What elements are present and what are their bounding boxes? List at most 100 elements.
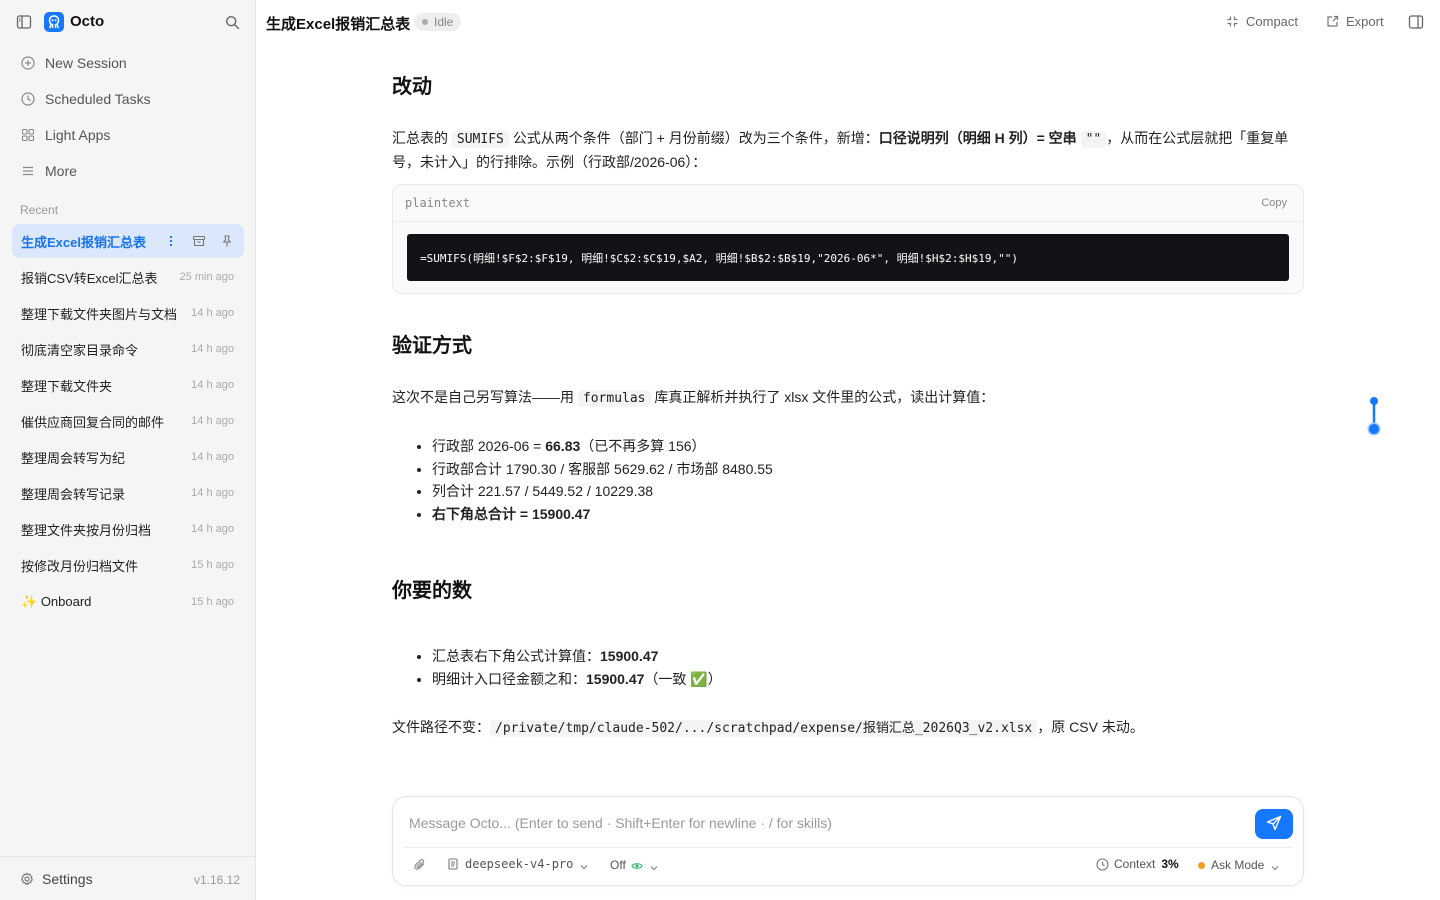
session-time: 14 h ago — [191, 415, 234, 427]
more-vertical-icon[interactable] — [164, 234, 178, 248]
status-badge: Idle — [414, 13, 462, 31]
session-title: 按修改月份归档文件 — [21, 558, 139, 574]
session-time: 14 h ago — [191, 343, 234, 355]
document-icon — [447, 858, 459, 870]
mode-dot-icon — [1198, 861, 1205, 869]
scroll-position-indicator[interactable] — [1366, 396, 1382, 436]
list-item: 列合计 221.57 / 5449.52 / 10229.38 — [432, 480, 773, 503]
search-icon[interactable] — [225, 15, 240, 30]
mode-selector[interactable]: Ask Mode — [1198, 858, 1279, 872]
session-time: 14 h ago — [191, 307, 234, 319]
inline-code: "" — [1080, 131, 1107, 148]
export-label: Export — [1346, 14, 1384, 29]
session-item[interactable]: 催供应商回复合同的邮件 14 h ago — [12, 404, 244, 438]
pin-icon[interactable] — [220, 234, 234, 248]
clock-icon — [1096, 857, 1109, 871]
compact-button[interactable]: Compact — [1226, 14, 1298, 29]
archive-icon[interactable] — [192, 234, 206, 248]
copy-button[interactable]: Copy — [1261, 197, 1287, 209]
sidebar-header: Octo — [0, 0, 256, 44]
grid-icon — [21, 128, 35, 142]
mode-label: Ask Mode — [1211, 858, 1265, 872]
settings-button[interactable]: Settings — [20, 871, 93, 887]
top-bar: 生成Excel报销汇总表 Idle Compact Export — [256, 0, 1440, 44]
session-title: Onboard — [40, 594, 92, 609]
session-title: 彻底清空家目录命令 — [21, 342, 139, 358]
session-time: 14 h ago — [191, 451, 234, 463]
nav-light-apps[interactable]: Light Apps — [12, 119, 244, 151]
model-name: deepseek-v4-pro — [465, 857, 574, 871]
status-dot-icon — [422, 19, 428, 25]
context-value: 3% — [1161, 857, 1179, 871]
session-time: 15 h ago — [191, 559, 234, 571]
send-button[interactable] — [1255, 809, 1293, 839]
nav-label: Light Apps — [45, 127, 111, 143]
session-title: 整理文件夹按月份归档 — [21, 522, 152, 538]
paragraph: 文件路径不变：/private/tmp/claude-502/.../scrat… — [392, 719, 1144, 737]
settings-label: Settings — [42, 871, 93, 887]
send-icon — [1266, 815, 1282, 834]
nav-label: New Session — [45, 55, 127, 71]
session-time: 14 h ago — [191, 487, 234, 499]
inline-code: formulas — [577, 390, 651, 407]
sidebar-footer: Settings v1.16.12 — [0, 856, 256, 900]
list-item: 右下角总合计 = 15900.47 — [432, 503, 773, 526]
compress-icon — [1226, 15, 1239, 28]
bullet-list: 行政部 2026-06 = 66.83（已不再多算 156） 行政部合计 179… — [432, 435, 773, 525]
session-item[interactable]: 整理下载文件夹图片与文档 14 h ago — [12, 296, 244, 330]
list-item: 行政部 2026-06 = 66.83（已不再多算 156） — [432, 435, 773, 458]
nav-label: Scheduled Tasks — [45, 91, 151, 107]
paragraph: 汇总表的 SUMIFS 公式从两个条件（部门 + 月份前缀）改为三个条件，新增：… — [392, 130, 1289, 170]
export-button[interactable]: Export — [1326, 14, 1384, 29]
nav-scheduled-tasks[interactable]: Scheduled Tasks — [12, 83, 244, 115]
session-item[interactable]: 整理周会转写记录 14 h ago — [12, 476, 244, 510]
menu-icon — [21, 164, 35, 178]
sidebar-toggle-icon[interactable] — [16, 14, 32, 30]
nav-more[interactable]: More — [12, 155, 244, 187]
octo-logo-icon — [44, 12, 64, 32]
session-item[interactable]: 报销CSV转Excel汇总表 25 min ago — [12, 260, 244, 294]
export-icon — [1326, 15, 1339, 28]
list-item: 汇总表右下角公式计算值：15900.47 — [432, 645, 722, 668]
context-label: Context — [1114, 857, 1156, 871]
session-title: 整理下载文件夹图片与文档 — [21, 306, 178, 322]
message-composer: deepseek-v4-pro Off Context 3% Ask Mode — [392, 796, 1304, 886]
context-usage: Context 3% — [1096, 857, 1179, 871]
session-item[interactable]: 整理周会转写为纪 14 h ago — [12, 440, 244, 474]
session-item[interactable]: 彻底清空家目录命令 14 h ago — [12, 332, 244, 366]
list-item: 明细计入口径金额之和：15900.47（一致 ✅） — [432, 668, 722, 691]
right-panel-toggle-icon[interactable] — [1408, 14, 1424, 30]
session-time: 25 min ago — [179, 271, 234, 283]
session-title: 报销CSV转Excel汇总表 — [21, 270, 158, 286]
session-time: 14 h ago — [191, 523, 234, 535]
code-language: plaintext — [405, 196, 471, 210]
session-item[interactable]: 整理文件夹按月份归档 14 h ago — [12, 512, 244, 546]
session-item-onboard[interactable]: ✨ Onboard 15 h ago — [12, 585, 244, 619]
model-selector[interactable]: deepseek-v4-pro — [447, 857, 588, 871]
code-block: plaintext Copy =SUMIFS(明细!$F$2:$F$19, 明细… — [392, 184, 1304, 294]
session-item[interactable]: 按修改月份归档文件 15 h ago — [12, 548, 244, 582]
sidebar: Octo New Session Scheduled Tasks Light A… — [0, 0, 256, 900]
file-path-code: /private/tmp/claude-502/.../scratchpad/e… — [490, 720, 1038, 737]
gear-icon — [20, 872, 34, 886]
section-heading: 你要的数 — [392, 580, 472, 602]
clock-icon — [21, 92, 35, 106]
paperclip-icon[interactable] — [413, 858, 427, 872]
session-title: 整理周会转写记录 — [21, 486, 126, 502]
thinking-toggle[interactable]: Off — [610, 858, 658, 872]
thinking-value: Off — [610, 858, 626, 872]
code-text: =SUMIFS(明细!$F$2:$F$19, 明细!$C$2:$C$19,$A2… — [407, 234, 1289, 281]
chevron-down-icon — [580, 860, 588, 870]
list-item: 行政部合计 1790.30 / 客服部 5629.62 / 市场部 8480.5… — [432, 458, 773, 481]
session-item-active[interactable]: 生成Excel报销汇总表 — [12, 224, 244, 258]
app-name: Octo — [70, 13, 105, 30]
status-text: Idle — [434, 15, 454, 29]
session-time: 14 h ago — [191, 379, 234, 391]
nav-new-session[interactable]: New Session — [12, 47, 244, 79]
message-input[interactable] — [409, 811, 1249, 835]
compact-label: Compact — [1246, 14, 1299, 29]
session-item[interactable]: 整理下载文件夹 14 h ago — [12, 368, 244, 402]
session-title: 生成Excel报销汇总表 — [21, 234, 146, 250]
paragraph: 这次不是自己另写算法——用 formulas 库真正解析并执行了 xlsx 文件… — [392, 389, 995, 407]
session-time: 15 h ago — [191, 596, 234, 608]
